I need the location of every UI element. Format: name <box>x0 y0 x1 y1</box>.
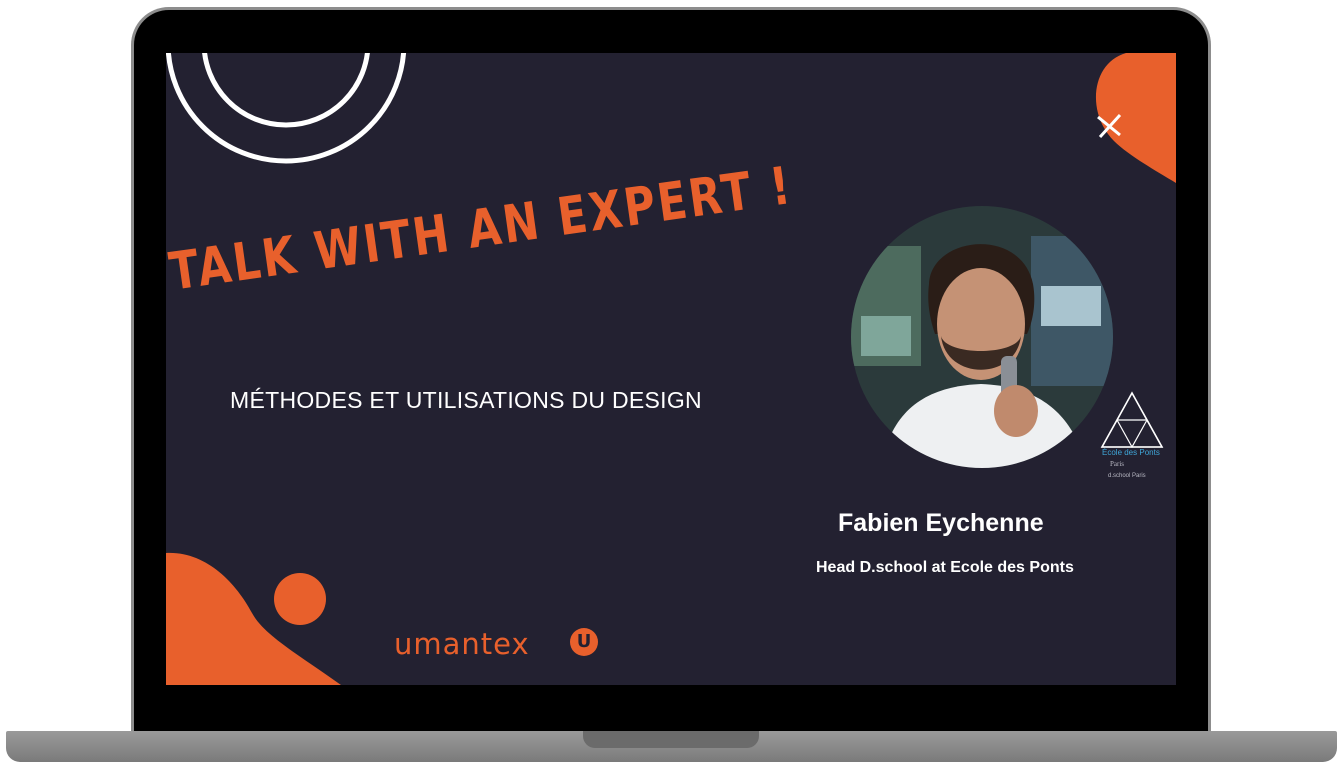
shelf-lower-left <box>861 316 911 356</box>
laptop-mockup: TALK WITH AN EXPERT ! MÉTHODES ET UTILIS… <box>0 0 1343 765</box>
school-name: École des Ponts <box>1102 448 1160 457</box>
slide-screen: TALK WITH AN EXPERT ! MÉTHODES ET UTILIS… <box>166 53 1176 685</box>
speaker-photo <box>851 206 1113 468</box>
inner-ring <box>202 53 370 128</box>
speaker-role: Head D.school at Ecole des Ponts <box>816 559 1074 576</box>
brand-name: umantex <box>394 627 530 661</box>
shelf-highlight <box>1041 286 1101 326</box>
orange-dot <box>274 573 326 625</box>
speaker-hand <box>994 385 1038 437</box>
outer-ring <box>166 53 407 164</box>
school-dschool: d.school Paris <box>1108 473 1146 479</box>
speaker-name: Fabien Eychenne <box>838 509 1044 537</box>
close-icon[interactable] <box>1094 111 1126 143</box>
laptop-notch <box>583 731 759 748</box>
umantex-logo-icon: U <box>570 628 598 656</box>
school-city: Paris <box>1110 460 1124 468</box>
subtitle: MÉTHODES ET UTILISATIONS DU DESIGN <box>230 387 702 413</box>
